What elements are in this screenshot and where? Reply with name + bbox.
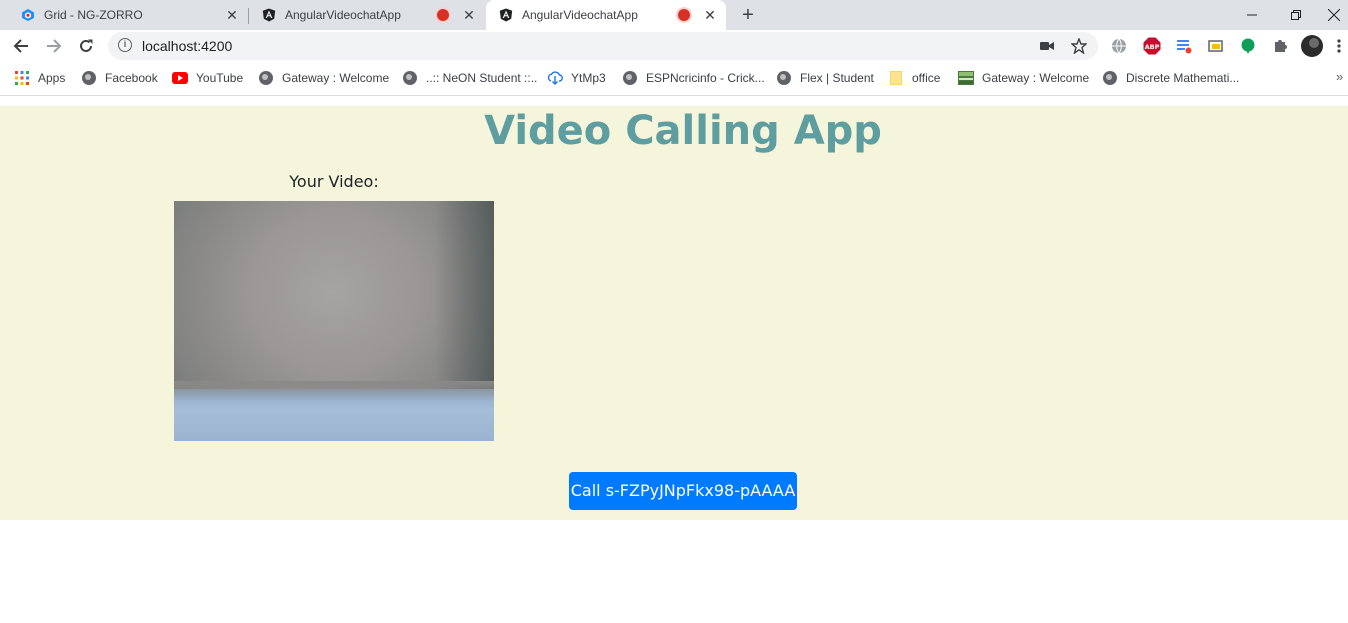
bookmark-label: Gateway : Welcome <box>282 71 390 85</box>
forward-button[interactable] <box>42 34 66 58</box>
arrow-right-icon <box>47 39 62 53</box>
bookmark-apps[interactable]: Apps <box>14 69 65 87</box>
youtube-icon <box>172 70 188 86</box>
bookmark-youtube[interactable]: YouTube <box>172 69 243 87</box>
bookmark-flex-student[interactable]: Flex | Student <box>776 69 874 87</box>
tab-ng-zorro[interactable]: Grid - NG-ZORRO ✕ <box>8 0 248 30</box>
translate-extension-icon[interactable] <box>1108 35 1130 57</box>
bookmarks-bar: Apps Facebook YouTube Gateway : Welcome … <box>0 62 1348 96</box>
new-tab-button[interactable]: + <box>736 3 760 27</box>
ng-zorro-icon <box>20 7 36 23</box>
tab-title: AngularVideochatApp <box>522 8 638 22</box>
globe-icon <box>81 70 97 86</box>
local-video <box>174 201 494 441</box>
tab-list-extension-icon[interactable] <box>1173 35 1195 57</box>
extensions-puzzle-icon[interactable] <box>1269 35 1291 57</box>
bookmark-label: Discrete Mathemati... <box>1126 71 1240 85</box>
tab-strip: Grid - NG-ZORRO ✕ AngularVideochatApp ✕ … <box>0 0 1348 30</box>
globe-icon <box>622 70 638 86</box>
close-window-button[interactable] <box>1320 0 1348 30</box>
recording-indicator-icon <box>437 9 449 21</box>
tab-angular-videochat-2[interactable]: AngularVideochatApp ✕ <box>486 0 726 30</box>
more-bookmarks-icon[interactable]: » <box>1336 69 1343 84</box>
globe-icon <box>776 70 792 86</box>
bookmark-star-icon[interactable] <box>1070 37 1088 55</box>
adblock-plus-icon[interactable]: ABP <box>1141 35 1163 57</box>
tab-angular-videochat-1[interactable]: AngularVideochatApp ✕ <box>249 0 485 30</box>
video-shading <box>174 381 494 401</box>
close-tab-icon[interactable]: ✕ <box>461 7 477 23</box>
address-url: localhost:4200 <box>142 38 233 54</box>
profile-avatar[interactable] <box>1301 35 1323 57</box>
restore-window-button[interactable] <box>1276 0 1316 30</box>
call-button[interactable]: Call s-FZPyJNpFkx98-pAAAA <box>569 472 797 510</box>
angular-icon <box>498 7 514 23</box>
page-title: Video Calling App <box>484 108 882 154</box>
window-extension-icon[interactable] <box>1205 35 1227 57</box>
bookmark-label: ..:: NeON Student ::.. <box>426 71 538 85</box>
bookmark-discrete-math[interactable]: Discrete Mathemati... <box>1102 69 1239 87</box>
your-video-label: Your Video: <box>289 172 379 191</box>
bookmark-label: YtMp3 <box>571 71 606 85</box>
globe-icon <box>258 70 274 86</box>
arrow-left-icon <box>13 39 28 53</box>
close-icon <box>1328 9 1340 21</box>
bookmark-label: YouTube <box>196 71 244 85</box>
video-call-app: Video Calling App Your Video: Call s-FZP… <box>0 106 1348 520</box>
browser-toolbar: i localhost:4200 ABP <box>0 30 1348 62</box>
camera-in-use-icon[interactable] <box>1038 37 1056 55</box>
svg-text:ABP: ABP <box>1145 43 1160 51</box>
bookmark-facebook[interactable]: Facebook <box>81 69 158 87</box>
bookmark-ytmp3[interactable]: YtMp3 <box>547 69 606 87</box>
browser-menu-icon[interactable] <box>1333 35 1345 57</box>
back-button[interactable] <box>9 34 33 58</box>
bookmark-label: office <box>912 71 941 85</box>
bookmark-gateway-2[interactable]: Gateway : Welcome <box>958 69 1089 87</box>
bookmark-gateway[interactable]: Gateway : Welcome <box>258 69 389 87</box>
reload-icon <box>80 39 93 52</box>
close-tab-icon[interactable]: ✕ <box>224 7 240 23</box>
bookmark-label: Gateway : Welcome <box>982 71 1090 85</box>
bookmark-label: ESPNcricinfo - Crick... <box>646 71 765 85</box>
tab-title: Grid - NG-ZORRO <box>44 8 143 22</box>
close-tab-icon[interactable]: ✕ <box>702 7 718 23</box>
globe-icon <box>1102 70 1118 86</box>
download-cloud-icon <box>547 70 563 86</box>
bookmark-neon-student[interactable]: ..:: NeON Student ::.. <box>402 69 537 87</box>
apps-grid-icon <box>14 70 30 86</box>
minimize-window-button[interactable] <box>1232 0 1272 30</box>
bookmark-espncricinfo[interactable]: ESPNcricinfo - Crick... <box>622 69 765 87</box>
bookmark-label: Facebook <box>105 71 158 85</box>
reload-button[interactable] <box>74 34 98 58</box>
globe-icon <box>402 70 418 86</box>
minimize-icon <box>1247 14 1257 16</box>
site-info-icon[interactable]: i <box>118 38 132 52</box>
folder-icon <box>888 70 904 86</box>
page-viewport: Video Calling App Your Video: Call s-FZP… <box>0 96 1348 623</box>
bookmark-office[interactable]: office <box>888 69 940 87</box>
bookmark-label: Flex | Student <box>800 71 874 85</box>
angular-icon <box>261 7 277 23</box>
chat-bubble-extension-icon[interactable] <box>1237 35 1259 57</box>
restore-icon <box>1291 10 1301 20</box>
image-icon <box>958 70 974 86</box>
recording-indicator-icon <box>678 9 690 21</box>
tab-title: AngularVideochatApp <box>285 8 401 22</box>
bookmark-label: Apps <box>38 71 66 85</box>
address-bar[interactable]: i localhost:4200 <box>108 32 1098 60</box>
